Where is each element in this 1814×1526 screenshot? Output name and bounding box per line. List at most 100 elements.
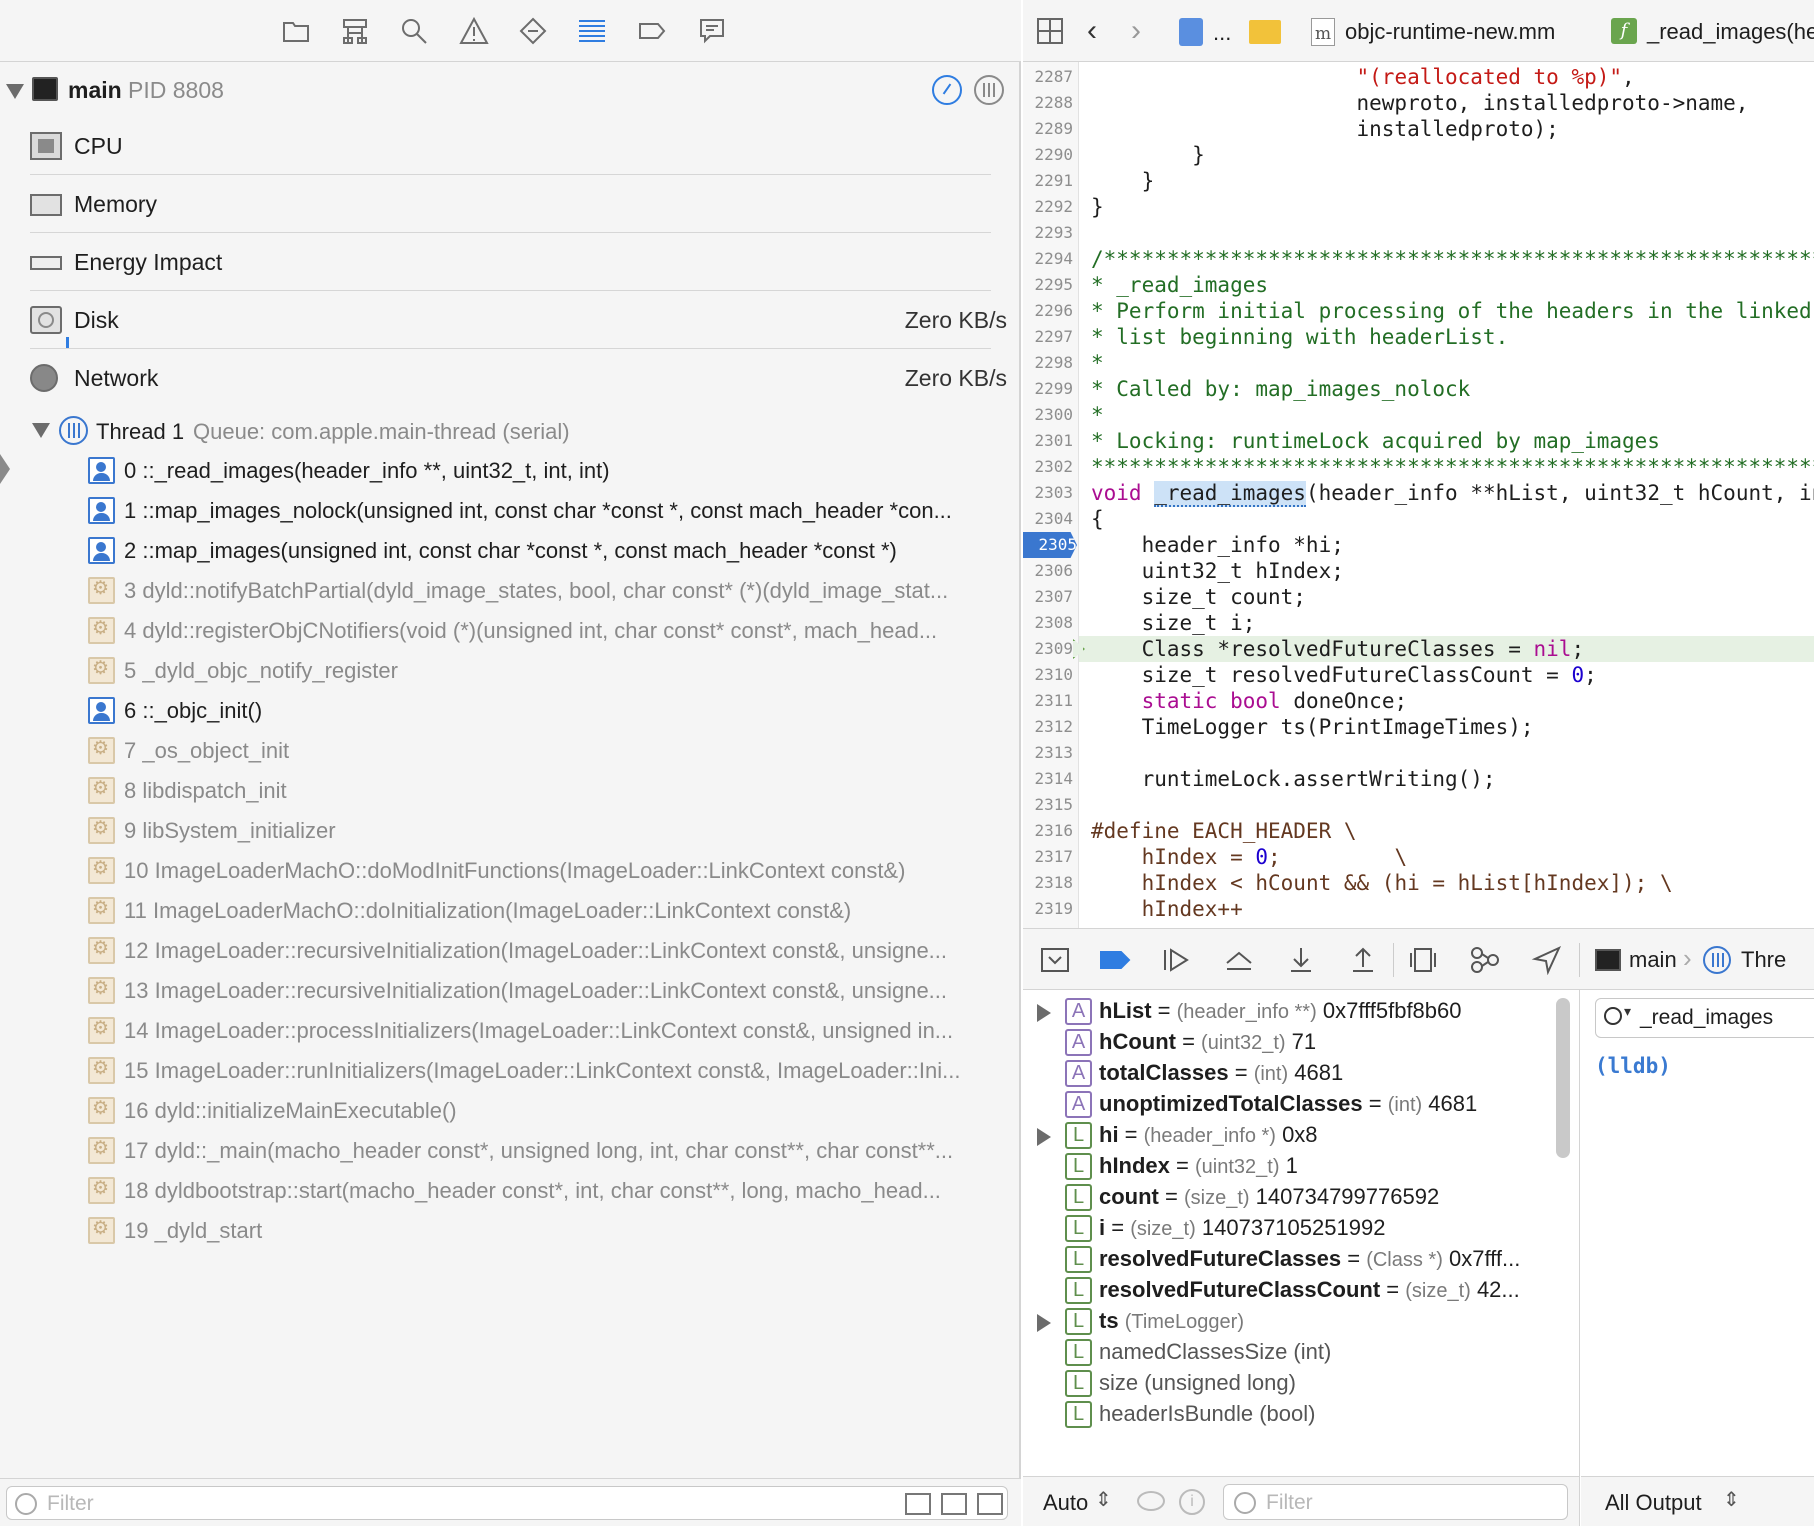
report-bubble-icon[interactable] [696, 15, 728, 47]
stack-frame-row[interactable]: 11 ImageLoaderMachO::doInitialization(Im… [88, 892, 1013, 932]
variables-scope-select[interactable]: Auto [1043, 1490, 1088, 1516]
navigator-filter-field[interactable]: Filter [6, 1486, 1008, 1520]
line-number[interactable]: 2291 [1023, 168, 1073, 194]
view-hierarchy-icon[interactable] [1407, 945, 1439, 975]
simulate-location-icon[interactable] [1531, 945, 1563, 976]
stack-frame-row[interactable]: 0 ::_read_images(header_info **, uint32_… [88, 452, 1013, 492]
stack-frame-row[interactable]: 15 ImageLoader::runInitializers(ImageLoa… [88, 1052, 1013, 1092]
forward-chevron-icon[interactable]: › [1131, 14, 1141, 48]
hierarchy-icon[interactable] [339, 15, 371, 47]
stack-frame-row[interactable]: 8 libdispatch_init [88, 772, 1013, 812]
gauge-disk[interactable]: Disk Zero KB/s [0, 291, 1021, 349]
gauge-toggle-icon[interactable] [932, 75, 962, 105]
line-number[interactable]: 2310 [1023, 662, 1073, 688]
line-number[interactable]: 2309 [1023, 636, 1073, 662]
updown-chevron-icon[interactable]: ⇕ [1095, 1487, 1112, 1512]
jump-file-name[interactable]: objc-runtime-new.mm [1345, 19, 1555, 45]
continue-icon[interactable] [1161, 945, 1193, 975]
line-number[interactable]: 2295 [1023, 272, 1073, 298]
eye-icon[interactable] [1137, 1491, 1165, 1511]
stack-frame-row[interactable]: 10 ImageLoaderMachO::doModInitFunctions(… [88, 852, 1013, 892]
hide-debug-area-icon[interactable] [1039, 945, 1071, 975]
stack-frame-row[interactable]: 14 ImageLoader::processInitializers(Imag… [88, 1012, 1013, 1052]
variables-filter-field[interactable]: Filter [1223, 1484, 1568, 1520]
line-number[interactable]: 2298 [1023, 350, 1073, 376]
gauge-memory[interactable]: Memory [0, 175, 1021, 233]
step-over-icon[interactable] [1223, 945, 1255, 975]
line-number-gutter[interactable]: 2287 2288 2289 2290 2291 2292 2293 2294 2295 2296… [1023, 62, 1079, 928]
show-crashed-icon[interactable] [905, 1493, 931, 1515]
breakpoint-line-number[interactable]: 2305 [1023, 532, 1077, 558]
step-into-icon[interactable] [1285, 945, 1317, 975]
line-number[interactable]: 2303 [1023, 480, 1073, 506]
variables-view[interactable]: AhList = (header_info **) 0x7fff5fbf8b60… [1023, 990, 1580, 1476]
gauge-cpu[interactable]: CPU [0, 117, 1021, 175]
gauge-energy[interactable]: Energy Impact [0, 233, 1021, 291]
line-number[interactable]: 2299 [1023, 376, 1073, 402]
stack-frame-row[interactable]: 18 dyldbootstrap::start(macho_header con… [88, 1172, 1013, 1212]
line-number[interactable]: 2314 [1023, 766, 1073, 792]
back-chevron-icon[interactable]: ‹ [1087, 14, 1097, 48]
line-number[interactable]: 2315 [1023, 792, 1073, 818]
memory-graph-icon[interactable] [1469, 945, 1501, 975]
disclosure-triangle-icon[interactable] [1037, 1128, 1051, 1146]
line-number[interactable]: 2306 [1023, 558, 1073, 584]
variable-row[interactable]: LheaderIsBundle (bool) [1023, 1397, 1563, 1433]
line-number[interactable]: 2296 [1023, 298, 1073, 324]
stack-frame-row[interactable]: 9 libSystem_initializer [88, 812, 1013, 852]
line-number[interactable]: 2292 [1023, 194, 1073, 220]
gauge-network[interactable]: Network Zero KB/s [0, 349, 1021, 407]
stack-frame-row[interactable]: 13 ImageLoader::recursiveInitialization(… [88, 972, 1013, 1012]
line-number[interactable]: 2304 [1023, 506, 1073, 532]
process-row[interactable]: main PID 8808 [0, 72, 1021, 112]
warning-icon[interactable] [458, 15, 490, 47]
debug-list-icon[interactable] [576, 15, 608, 47]
updown-chevron-icon[interactable]: ⇕ [1723, 1487, 1740, 1512]
stack-frame-row[interactable]: 12 ImageLoader::recursiveInitialization(… [88, 932, 1013, 972]
line-number[interactable]: 2300 [1023, 402, 1073, 428]
project-icon[interactable] [1179, 18, 1203, 46]
line-number[interactable]: 2311 [1023, 688, 1073, 714]
line-number[interactable]: 2287 [1023, 64, 1073, 90]
line-number[interactable]: 2313 [1023, 740, 1073, 766]
variables-scrollbar[interactable] [1556, 998, 1570, 1158]
stack-frame-row[interactable]: 7 _os_object_init [88, 732, 1013, 772]
line-number[interactable]: 2319 [1023, 896, 1073, 922]
related-items-icon[interactable] [1037, 18, 1063, 44]
line-number[interactable]: 2307 [1023, 584, 1073, 610]
line-number[interactable]: 2301 [1023, 428, 1073, 454]
line-number[interactable]: 2297 [1023, 324, 1073, 350]
stack-frame-row[interactable]: 17 dyld::_main(macho_header const*, unsi… [88, 1132, 1013, 1172]
jump-ellipsis[interactable]: ... [1213, 20, 1231, 46]
info-icon[interactable]: i [1179, 1489, 1205, 1515]
stack-frame-row[interactable]: 4 dyld::registerObjCNotifiers(void (*)(u… [88, 612, 1013, 652]
disclosure-triangle-icon[interactable] [1037, 1314, 1051, 1332]
debug-process-name[interactable]: main [1629, 947, 1677, 973]
folder-icon[interactable] [1249, 20, 1281, 44]
stack-frame-row[interactable]: 1 ::map_images_nolock(unsigned int, cons… [88, 492, 1013, 532]
step-out-icon[interactable] [1347, 945, 1379, 975]
line-number[interactable]: 2294 [1023, 246, 1073, 272]
show-all-icon[interactable] [977, 1493, 1003, 1515]
threads-view-icon[interactable] [974, 75, 1004, 105]
line-number[interactable]: 2318 [1023, 870, 1073, 896]
test-diamond-icon[interactable] [517, 15, 549, 47]
line-number[interactable]: 2302 [1023, 454, 1073, 480]
breakpoint-tag-icon[interactable] [636, 15, 668, 47]
console-output-select[interactable]: All Output [1605, 1490, 1702, 1516]
line-number[interactable]: 2312 [1023, 714, 1073, 740]
line-number[interactable]: 2308 [1023, 610, 1073, 636]
line-number[interactable]: 2293 [1023, 220, 1073, 246]
line-number[interactable]: 2317 [1023, 844, 1073, 870]
line-number[interactable]: 2288 [1023, 90, 1073, 116]
thread-row[interactable]: Thread 1 Queue: com.apple.main-thread (s… [0, 412, 1021, 450]
disclosure-triangle-icon[interactable] [1037, 1004, 1051, 1022]
stack-frame-row[interactable]: 5 _dyld_objc_notify_register [88, 652, 1013, 692]
line-number[interactable]: 2316 [1023, 818, 1073, 844]
line-number[interactable]: 2289 [1023, 116, 1073, 142]
disclosure-triangle-icon[interactable] [6, 84, 24, 99]
source-editor[interactable]: 2287 2288 2289 2290 2291 2292 2293 2294 2295 2296… [1023, 62, 1814, 928]
debug-thread-name[interactable]: Thre [1741, 947, 1786, 973]
stack-frame-row[interactable]: 6 ::_objc_init() [88, 692, 1013, 732]
console-view[interactable]: ▾ _read_images (lldb) [1581, 990, 1814, 1476]
